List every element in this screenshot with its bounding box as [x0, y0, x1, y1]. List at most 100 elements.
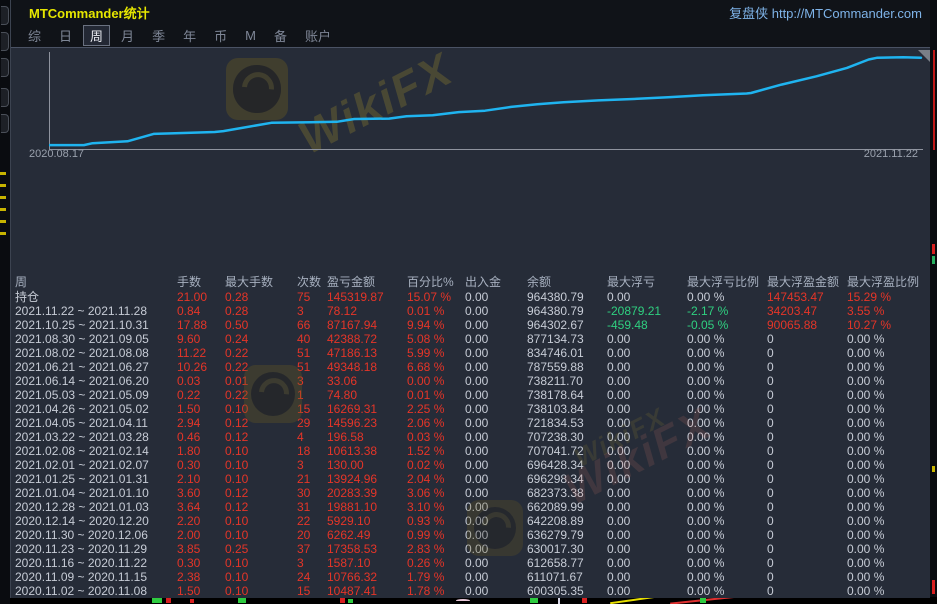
- period-cell: 2020.11.09 ~ 2020.11.15: [15, 570, 177, 584]
- value-cell: 0.00 %: [847, 514, 930, 528]
- value-cell: 0.00 %: [687, 416, 767, 430]
- table-row[interactable]: 2021.04.26 ~ 2021.05.021.500.101516269.3…: [11, 402, 930, 416]
- value-cell: 0.00 %: [687, 486, 767, 500]
- table-row[interactable]: 2021.05.03 ~ 2021.05.090.220.22174.800.0…: [11, 388, 930, 402]
- menu-tab-月[interactable]: 月: [114, 25, 141, 46]
- table-row[interactable]: 2021.10.25 ~ 2021.10.3117.880.506687167.…: [11, 318, 930, 332]
- title-bar[interactable]: MTCommander统计 复盘侠 http://MTCommander.com: [11, 0, 930, 24]
- menu-tab-综[interactable]: 综: [21, 25, 48, 46]
- value-cell: 0.10: [225, 472, 297, 486]
- period-cell: 2020.11.30 ~ 2020.12.06: [15, 528, 177, 542]
- menu-tab-币[interactable]: 币: [207, 25, 234, 46]
- table-row[interactable]: 2020.11.09 ~ 2020.11.152.380.102410766.3…: [11, 570, 930, 584]
- value-cell: 0.00: [465, 486, 527, 500]
- value-cell: 0.00 %: [687, 374, 767, 388]
- brand-link[interactable]: 复盘侠 http://MTCommander.com: [729, 3, 922, 22]
- menu-tab-日[interactable]: 日: [52, 25, 79, 46]
- value-cell: 0.00: [465, 514, 527, 528]
- value-cell: 0.00 %: [687, 458, 767, 472]
- value-cell: 10766.32: [327, 570, 407, 584]
- value-cell: 0.00: [607, 528, 687, 542]
- value-cell: 0.00 %: [687, 542, 767, 556]
- value-cell: 0.00 %: [687, 430, 767, 444]
- value-cell: 0.00 %: [687, 472, 767, 486]
- value-cell: 0.00: [607, 416, 687, 430]
- table-row[interactable]: 2020.11.02 ~ 2020.11.081.500.101510487.4…: [11, 584, 930, 598]
- menu-tab-年[interactable]: 年: [176, 25, 203, 46]
- value-cell: 0.00 %: [847, 472, 930, 486]
- value-cell: 1.78 %: [407, 584, 465, 598]
- menu-tab-周[interactable]: 周: [83, 25, 110, 46]
- period-cell: 2021.08.30 ~ 2021.09.05: [15, 332, 177, 346]
- value-cell: 1.52 %: [407, 444, 465, 458]
- candle-sliver: [933, 50, 935, 150]
- value-cell: 0.00: [465, 374, 527, 388]
- value-cell: 0: [767, 346, 847, 360]
- value-cell: 0.00: [465, 430, 527, 444]
- menu-bar: 综日周月季年币M备账户: [11, 24, 930, 48]
- value-cell: 0.00 %: [847, 402, 930, 416]
- menu-tab-备[interactable]: 备: [267, 25, 294, 46]
- value-cell: 15: [297, 402, 327, 416]
- table-row[interactable]: 2021.01.25 ~ 2021.01.312.100.102113924.9…: [11, 472, 930, 486]
- table-row[interactable]: 2021.04.05 ~ 2021.04.112.940.122914596.2…: [11, 416, 930, 430]
- value-cell: 0.12: [225, 416, 297, 430]
- table-row[interactable]: 持仓21.000.2875145319.8715.07 %0.00964380.…: [11, 290, 930, 304]
- table-row[interactable]: 2020.11.23 ~ 2020.11.293.850.253717358.5…: [11, 542, 930, 556]
- table-row[interactable]: 2021.03.22 ~ 2021.03.280.460.124196.580.…: [11, 430, 930, 444]
- value-cell: 0.00 %: [687, 332, 767, 346]
- value-cell: 0.00: [607, 290, 687, 304]
- screen: MTCommander统计 复盘侠 http://MTCommander.com…: [0, 0, 937, 604]
- value-cell: 5.99 %: [407, 346, 465, 360]
- value-cell: 1587.10: [327, 556, 407, 570]
- table-row[interactable]: 2021.02.08 ~ 2021.02.141.800.101810613.3…: [11, 444, 930, 458]
- value-cell: 0.00: [465, 528, 527, 542]
- value-cell: 147453.47: [767, 290, 847, 304]
- value-cell: 636279.79: [527, 528, 607, 542]
- table-row[interactable]: 2021.06.14 ~ 2021.06.200.030.01333.060.0…: [11, 374, 930, 388]
- value-cell: 0.00: [465, 290, 527, 304]
- value-cell: 738103.84: [527, 402, 607, 416]
- value-cell: 0.00 %: [847, 346, 930, 360]
- value-cell: 600305.35: [527, 584, 607, 598]
- value-cell: 0.00 %: [847, 444, 930, 458]
- background-chart-sliver: [10, 597, 937, 604]
- value-cell: -2.17 %: [687, 304, 767, 318]
- table-row[interactable]: 2020.11.30 ~ 2020.12.062.000.10206262.49…: [11, 528, 930, 542]
- price-scale-tick: [0, 232, 6, 235]
- value-cell: 0.10: [225, 570, 297, 584]
- period-cell: 周: [15, 274, 177, 290]
- table-header-row: 周手数最大手数次数盈亏金额百分比%出入金余额最大浮亏最大浮亏比例最大浮盈金额最大…: [11, 274, 930, 290]
- value-cell: 0.00 %: [847, 556, 930, 570]
- menu-tab-季[interactable]: 季: [145, 25, 172, 46]
- value-cell: 0.93 %: [407, 514, 465, 528]
- table-row[interactable]: 2021.08.30 ~ 2021.09.059.600.244042388.7…: [11, 332, 930, 346]
- value-cell: 0: [767, 486, 847, 500]
- resize-grip[interactable]: [918, 50, 930, 62]
- value-cell: 37: [297, 542, 327, 556]
- menu-tab-M[interactable]: M: [238, 27, 263, 44]
- table-row[interactable]: 2021.02.01 ~ 2021.02.070.300.103130.000.…: [11, 458, 930, 472]
- value-cell: 21: [297, 472, 327, 486]
- value-cell: 0.00: [465, 472, 527, 486]
- value-cell: 9.94 %: [407, 318, 465, 332]
- value-cell: 0.22: [225, 388, 297, 402]
- value-cell: 0.12: [225, 430, 297, 444]
- table-row[interactable]: 2021.01.04 ~ 2021.01.103.600.123020283.3…: [11, 486, 930, 500]
- table-row[interactable]: 2020.11.16 ~ 2020.11.220.300.1031587.100…: [11, 556, 930, 570]
- value-cell: 0.00: [465, 584, 527, 598]
- table-row[interactable]: 2021.11.22 ~ 2021.11.280.840.28378.120.0…: [11, 304, 930, 318]
- value-cell: 0.00 %: [847, 388, 930, 402]
- value-cell: 696428.34: [527, 458, 607, 472]
- table-row[interactable]: 2020.12.14 ~ 2020.12.202.200.10225929.10…: [11, 514, 930, 528]
- value-cell: 10.27 %: [847, 318, 930, 332]
- table-row[interactable]: 2021.08.02 ~ 2021.08.0811.220.225147186.…: [11, 346, 930, 360]
- table-row[interactable]: 2021.06.21 ~ 2021.06.2710.260.225149348.…: [11, 360, 930, 374]
- value-cell: 31: [297, 500, 327, 514]
- price-scale-tick: [0, 196, 6, 199]
- value-cell: 0.50: [225, 318, 297, 332]
- value-cell: 90065.88: [767, 318, 847, 332]
- table-row[interactable]: 2020.12.28 ~ 2021.01.033.640.123119881.1…: [11, 500, 930, 514]
- value-cell: 0.00: [465, 458, 527, 472]
- menu-tab-账户[interactable]: 账户: [298, 25, 338, 46]
